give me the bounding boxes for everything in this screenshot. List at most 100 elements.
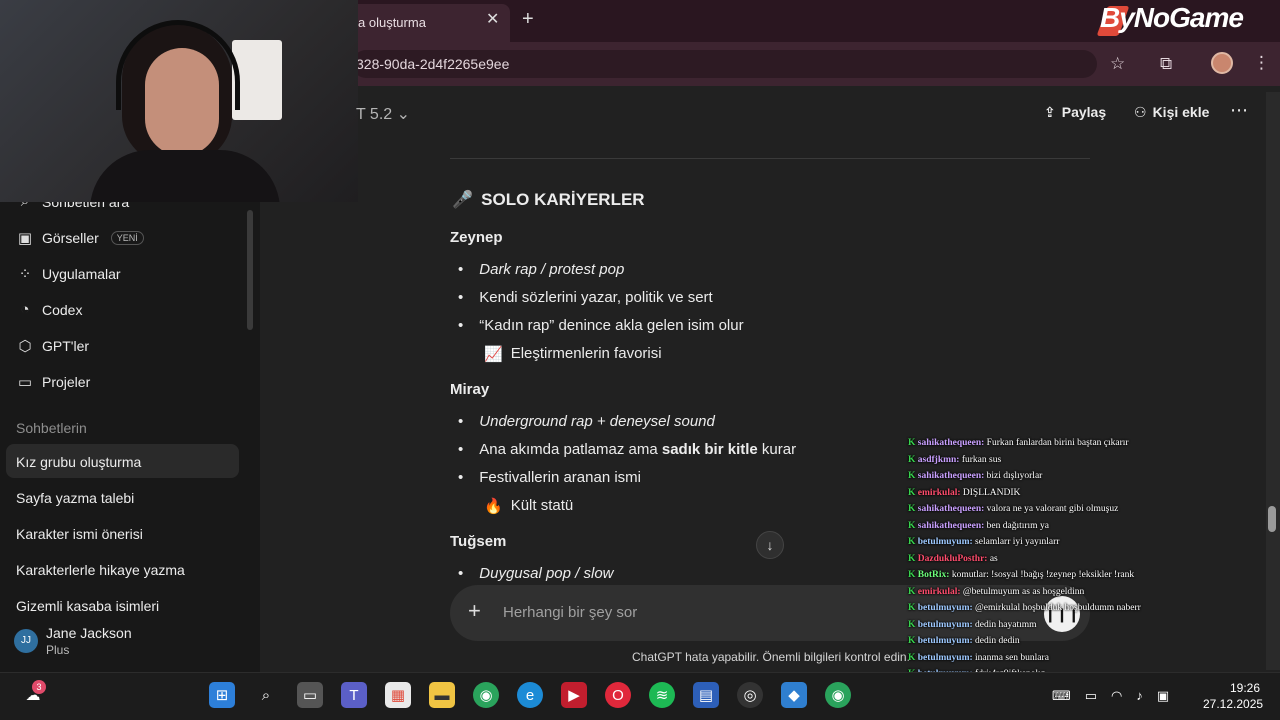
disclaimer: ChatGPT hata yapabilir. Önemli bilgileri… bbox=[632, 650, 910, 664]
plus-icon[interactable]: + bbox=[468, 598, 481, 624]
document-app-icon[interactable]: ▤ bbox=[693, 682, 719, 708]
folder-icon: ▭ bbox=[17, 374, 33, 391]
system-tray-icons[interactable]: ⌨▭◠♪▣ bbox=[1052, 688, 1183, 704]
chat-text: inanma sen bunlara bbox=[972, 652, 1049, 663]
kick-icon: K bbox=[908, 553, 918, 564]
stream-chat-message: K betulmuyum: @emirkulal hoşbulduk hoşbu… bbox=[908, 603, 1141, 613]
chat-item[interactable]: Karakter ismi önerisi bbox=[16, 526, 143, 542]
app-icon[interactable]: ◆ bbox=[781, 682, 807, 708]
user-avatar[interactable]: JJ bbox=[14, 629, 38, 653]
artist-name: Miray bbox=[450, 381, 490, 398]
streamer-body bbox=[90, 150, 280, 202]
new-badge: YENİ bbox=[110, 231, 144, 245]
clock-date[interactable]: 27.12.2025 bbox=[1203, 697, 1263, 711]
store-icon[interactable]: ▦ bbox=[385, 682, 411, 708]
chat-text: bizi dışlıyorlar bbox=[984, 471, 1043, 481]
new-tab-icon[interactable]: + bbox=[522, 8, 534, 31]
images-icon: ▣ bbox=[17, 230, 33, 247]
chat-username: emirkulal: bbox=[917, 487, 961, 498]
sidebar-scrollbar[interactable] bbox=[247, 210, 253, 330]
list-item: “Kadın rap” denince akla gelen isim olur bbox=[458, 317, 743, 334]
search-icon[interactable]: ⌕ bbox=[253, 682, 279, 708]
list-item: Duygusal pop / slow bbox=[458, 565, 613, 582]
main-scrollbar[interactable] bbox=[1266, 92, 1280, 670]
chat-text: dedin hayatımm bbox=[972, 619, 1037, 630]
chat-item[interactable]: Sayfa yazma talebi bbox=[16, 490, 134, 506]
extensions-icon[interactable]: ⧉ bbox=[1160, 54, 1172, 74]
chat-text: ben dağıtırım ya bbox=[984, 520, 1049, 531]
teams-icon[interactable]: T bbox=[341, 682, 367, 708]
scroll-down-button[interactable]: ↓ bbox=[756, 531, 784, 559]
obs-icon[interactable]: ◎ bbox=[737, 682, 763, 708]
add-person-button[interactable]: ⚇ Kişi ekle bbox=[1134, 104, 1209, 121]
chat-username: betulmuyum: bbox=[917, 652, 973, 663]
sidebar-item-codex[interactable]: ◔ Codex bbox=[16, 301, 82, 318]
microphone-icon: 🎤 bbox=[452, 190, 474, 209]
clock-time[interactable]: 19:26 bbox=[1230, 681, 1260, 695]
file-explorer-icon[interactable]: ▬ bbox=[429, 682, 455, 708]
chat-username: sahikathequeen: bbox=[917, 520, 985, 531]
url-field[interactable]: 328-90da-2d4f2265e9ee bbox=[352, 50, 1097, 78]
chat-text: dedin dedin bbox=[972, 636, 1020, 646]
start-icon[interactable]: ⊞ bbox=[209, 682, 235, 708]
artist-name: Zeynep bbox=[450, 229, 503, 246]
browser-menu-icon[interactable]: ⋮ bbox=[1253, 53, 1270, 73]
kick-icon: K bbox=[908, 619, 918, 630]
chat-text: furkan sus bbox=[959, 454, 1002, 465]
stream-chat-message: K DazdukluPosthr: as bbox=[908, 554, 998, 564]
chat-text: @emirkulal hoşbulduk hoşbuldumm naberr bbox=[972, 603, 1141, 613]
kick-icon: K bbox=[908, 586, 918, 597]
codex-icon: ◔ bbox=[20, 301, 30, 318]
stream-chat-message: K sahikathequeen: valora ne ya valorant … bbox=[908, 504, 1118, 514]
chat-item[interactable]: Gizemli kasaba isimleri bbox=[16, 598, 159, 612]
sidebar-item-apps[interactable]: ⁘ Uygulamalar bbox=[16, 265, 121, 283]
sidebar-item-gpts[interactable]: ⬡ GPT'ler bbox=[16, 337, 89, 355]
chat-text: valora ne ya valorant gibi olmuşuz bbox=[984, 504, 1119, 514]
chat-item[interactable]: Kız grubu oluşturma bbox=[16, 454, 141, 470]
stream-chat-message: K betulmuyum: dedin hayatımm bbox=[908, 620, 1037, 630]
opera-icon[interactable]: O bbox=[605, 682, 631, 708]
spotify-icon[interactable]: ≋ bbox=[649, 682, 675, 708]
prompt-input[interactable]: Herhangi bir şey sor bbox=[503, 604, 637, 621]
kick-icon: K bbox=[908, 454, 918, 465]
more-options-icon[interactable]: ⋯ bbox=[1230, 100, 1248, 121]
stream-chat-message: K BotRix: komutlar: !sosyal !bağış !zeyn… bbox=[908, 570, 1134, 580]
sidebar-item-projects[interactable]: ▭ Projeler bbox=[16, 373, 90, 391]
voice-mode-icon[interactable]: ❙❙❙ bbox=[1044, 596, 1080, 632]
chrome-icon[interactable]: ◉ bbox=[473, 682, 499, 708]
user-name[interactable]: Jane Jackson bbox=[46, 625, 132, 641]
share-button[interactable]: ⇪ Paylaş bbox=[1044, 104, 1106, 121]
kick-icon: K bbox=[908, 537, 918, 547]
list-item: Kendi sözlerini yazar, politik ve sert bbox=[458, 289, 712, 306]
stream-chat-message: K emirkulal: @betulmuyum as as hoşgeldin… bbox=[908, 587, 1084, 597]
add-person-icon: ⚇ bbox=[1134, 104, 1147, 120]
chat-item[interactable]: Karakterlerle hikaye yazma bbox=[16, 562, 185, 578]
brand-watermark: ByNoGame bbox=[1100, 2, 1244, 33]
stream-chat-message: K sahikathequeen: ben dağıtırım ya bbox=[908, 521, 1049, 531]
model-selector[interactable]: T 5.2 ⌄ bbox=[356, 104, 410, 124]
main-scrollbar-thumb[interactable] bbox=[1268, 506, 1276, 532]
chat-text: @betulmuyum as as hoşgeldinn bbox=[960, 586, 1085, 597]
stream-chat-message: K betulmuyum: inanma sen bunlara bbox=[908, 653, 1049, 663]
headphones bbox=[116, 20, 240, 110]
chrome-active-icon[interactable]: ◉ bbox=[825, 682, 851, 708]
stream-chat-message: K betulmuyum: dedin dedin bbox=[908, 636, 1020, 646]
kick-icon: K bbox=[908, 570, 918, 580]
user-plan: Plus bbox=[46, 643, 70, 657]
task-view-icon[interactable]: ▭ bbox=[297, 682, 323, 708]
chats-heading: Sohbetlerin bbox=[16, 420, 87, 436]
stream-chat-message: K betulmuyum: selamlarr iyi yayınlarr bbox=[908, 537, 1059, 547]
note: 🔥 Kült statü bbox=[484, 497, 574, 515]
close-tab-icon[interactable]: ✕ bbox=[486, 9, 499, 29]
sidebar-item-images[interactable]: ▣ Görseller YENİ bbox=[16, 229, 144, 247]
kick-icon: K bbox=[908, 438, 918, 448]
kick-icon: K bbox=[908, 636, 918, 646]
edge-icon[interactable]: e bbox=[517, 682, 543, 708]
section-heading: 🎤 SOLO KARİYERLER bbox=[452, 190, 645, 209]
stream-chat-message: K emirkulal: DIŞLLANDIK bbox=[908, 488, 1020, 498]
media-player-icon[interactable]: ▶ bbox=[561, 682, 587, 708]
browser-profile-avatar[interactable] bbox=[1211, 52, 1233, 74]
chat-username: sahikathequeen: bbox=[917, 471, 985, 481]
bookmark-star-icon[interactable]: ☆ bbox=[1110, 54, 1125, 74]
apps-icon: ⁘ bbox=[18, 266, 32, 283]
